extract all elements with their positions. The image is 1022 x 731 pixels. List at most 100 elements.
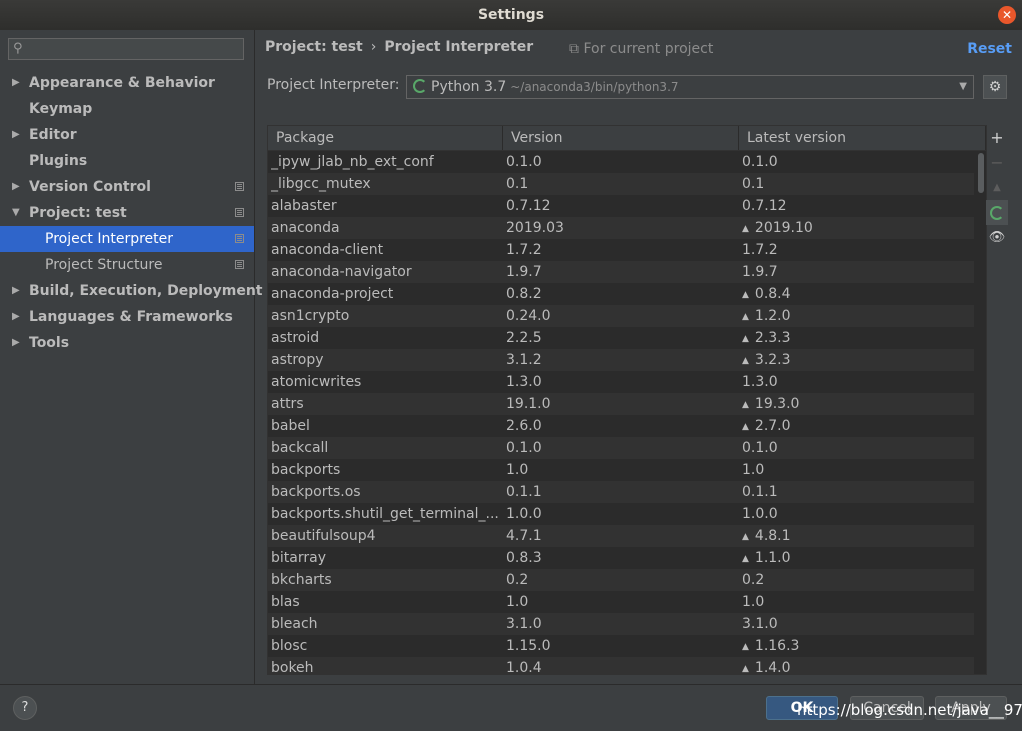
table-row[interactable]: astropy 3.1.2 ▲ 3.2.3 [268, 349, 974, 371]
packages-table: Package Version Latest version _ipyw_jla… [267, 125, 987, 675]
package-name: alabaster [271, 198, 337, 214]
sidebar-item-plugins[interactable]: Plugins [0, 148, 254, 174]
reset-link[interactable]: Reset [967, 41, 1012, 57]
table-row[interactable]: anaconda-client 1.7.2 1.7.2 [268, 239, 974, 261]
package-latest-version: 0.1.0 [742, 151, 972, 173]
sidebar-item-version-control[interactable]: ▶ Version Control [0, 174, 254, 200]
project-level-icon [235, 208, 244, 217]
package-latest-version: ▲ 2019.10 [742, 217, 972, 240]
sidebar-item-project-interpreter[interactable]: Project Interpreter [0, 226, 254, 252]
table-row[interactable]: backports.shutil_get_terminal_... 1.0.0 1.… [268, 503, 974, 525]
table-row[interactable]: anaconda 2019.03 ▲ 2019.10 [268, 217, 974, 239]
package-version: 1.9.7 [506, 264, 542, 280]
table-row[interactable]: blosc 1.15.0 ▲ 1.16.3 [268, 635, 974, 657]
table-row[interactable]: asn1crypto 0.24.0 ▲ 1.2.0 [268, 305, 974, 327]
latest-version-text: 1.4.0 [754, 660, 791, 675]
close-icon[interactable]: ✕ [998, 6, 1016, 24]
package-latest-version: 0.1 [742, 173, 972, 195]
package-latest-version: ▲ 2.7.0 [742, 415, 972, 438]
table-row[interactable]: babel 2.6.0 ▲ 2.7.0 [268, 415, 974, 437]
sidebar-item-build-execution-deployment[interactable]: ▶ Build, Execution, Deployment [0, 278, 263, 304]
package-latest-version: 1.0.0 [742, 503, 972, 525]
package-latest-version: 1.0 [742, 591, 972, 613]
package-version: 4.7.1 [506, 528, 542, 544]
sidebar-item-languages-frameworks[interactable]: ▶ Languages & Frameworks [0, 304, 254, 330]
package-name: astropy [271, 352, 324, 368]
for-current-label: For current project [583, 41, 714, 57]
for-current-project: ⧉ For current project [569, 41, 713, 57]
table-row[interactable]: astroid 2.2.5 ▲ 2.3.3 [268, 327, 974, 349]
chevron-down-icon: ▼ [959, 81, 967, 92]
table-row[interactable]: anaconda-navigator 1.9.7 1.9.7 [268, 261, 974, 283]
project-scope-icon: ⧉ [569, 41, 579, 57]
help-button[interactable]: ? [13, 696, 37, 720]
column-header-package[interactable]: Package [268, 126, 503, 150]
upgrade-available-icon: ▲ [742, 400, 749, 410]
chevron-right-icon[interactable]: ▶ [12, 330, 20, 356]
breadcrumb-separator: › [370, 39, 377, 55]
package-latest-version: ▲ 1.1.0 [742, 547, 972, 570]
table-row[interactable]: bokeh 1.0.4 ▲ 1.4.0 [268, 657, 974, 675]
latest-version-text: 0.1.1 [742, 484, 778, 500]
search-input[interactable]: ⚲ [8, 38, 244, 60]
table-row[interactable]: blas 1.0 1.0 [268, 591, 974, 613]
chevron-right-icon[interactable]: ▶ [12, 278, 20, 304]
table-row[interactable]: bitarray 0.8.3 ▲ 1.1.0 [268, 547, 974, 569]
gear-icon[interactable]: ⚙ [983, 75, 1007, 99]
latest-version-text: 1.0 [742, 462, 765, 478]
table-row[interactable]: backcall 0.1.0 0.1.0 [268, 437, 974, 459]
table-row[interactable]: bkcharts 0.2 0.2 [268, 569, 974, 591]
table-row[interactable]: beautifulsoup4 4.7.1 ▲ 4.8.1 [268, 525, 974, 547]
interpreter-select[interactable]: Python 3.7 ~/anaconda3/bin/python3.7 ▼ [406, 75, 974, 99]
latest-version-text: 1.0.0 [742, 506, 778, 522]
table-row[interactable]: backports 1.0 1.0 [268, 459, 974, 481]
chevron-down-icon[interactable]: ▼ [12, 200, 20, 226]
sidebar-item-label: Editor [29, 127, 77, 143]
scrollbar-thumb[interactable] [978, 153, 984, 193]
table-row[interactable]: _ipyw_jlab_nb_ext_conf 0.1.0 0.1.0 [268, 151, 974, 173]
table-row[interactable]: alabaster 0.7.12 0.7.12 [268, 195, 974, 217]
remove-package-button[interactable]: − [986, 150, 1008, 175]
sidebar-item-appearance-behavior[interactable]: ▶ Appearance & Behavior [0, 70, 254, 96]
package-name: bokeh [271, 660, 314, 675]
latest-version-text: 4.8.1 [754, 528, 791, 544]
package-latest-version: ▲ 1.16.3 [742, 635, 972, 658]
sidebar-item-project-test[interactable]: ▼ Project: test [0, 200, 254, 226]
table-row[interactable]: bleach 3.1.0 3.1.0 [268, 613, 974, 635]
sidebar-item-editor[interactable]: ▶ Editor [0, 122, 254, 148]
chevron-right-icon[interactable]: ▶ [12, 122, 20, 148]
column-header-latest[interactable]: Latest version [739, 126, 986, 150]
chevron-right-icon[interactable]: ▶ [12, 70, 20, 96]
package-name: anaconda [271, 220, 340, 236]
package-name: anaconda-project [271, 286, 394, 302]
show-early-releases-icon[interactable]: 👁 [986, 225, 1008, 250]
add-package-button[interactable]: + [986, 125, 1008, 150]
table-row[interactable]: atomicwrites 1.3.0 1.3.0 [268, 371, 974, 393]
chevron-right-icon[interactable]: ▶ [12, 174, 20, 200]
package-version: 3.1.2 [506, 352, 542, 368]
table-row[interactable]: anaconda-project 0.8.2 ▲ 0.8.4 [268, 283, 974, 305]
sidebar-item-keymap[interactable]: Keymap [0, 96, 254, 122]
package-latest-version: ▲ 1.2.0 [742, 305, 972, 328]
sidebar-item-tools[interactable]: ▶ Tools [0, 330, 254, 356]
upgrade-package-button[interactable]: ▲ [986, 175, 1008, 200]
package-name: bitarray [271, 550, 326, 566]
table-row[interactable]: backports.os 0.1.1 0.1.1 [268, 481, 974, 503]
column-header-version[interactable]: Version [503, 126, 739, 150]
package-latest-version: ▲ 1.4.0 [742, 657, 972, 675]
package-name: atomicwrites [271, 374, 362, 390]
breadcrumb-page: Project Interpreter [384, 39, 534, 55]
table-row[interactable]: attrs 19.1.0 ▲ 19.3.0 [268, 393, 974, 415]
sidebar-item-project-structure[interactable]: Project Structure [0, 252, 254, 278]
package-latest-version: 0.1.1 [742, 481, 972, 503]
latest-version-text: 2019.10 [754, 220, 813, 236]
package-name: astroid [271, 330, 320, 346]
package-latest-version: 3.1.0 [742, 613, 972, 635]
table-row[interactable]: _libgcc_mutex 0.1 0.1 [268, 173, 974, 195]
chevron-right-icon[interactable]: ▶ [12, 304, 20, 330]
refresh-icon[interactable] [986, 200, 1008, 225]
latest-version-text: 1.0 [742, 594, 765, 610]
package-name: backports.os [271, 484, 361, 500]
latest-version-text: 1.16.3 [754, 638, 800, 654]
table-scrollbar[interactable] [976, 151, 986, 674]
